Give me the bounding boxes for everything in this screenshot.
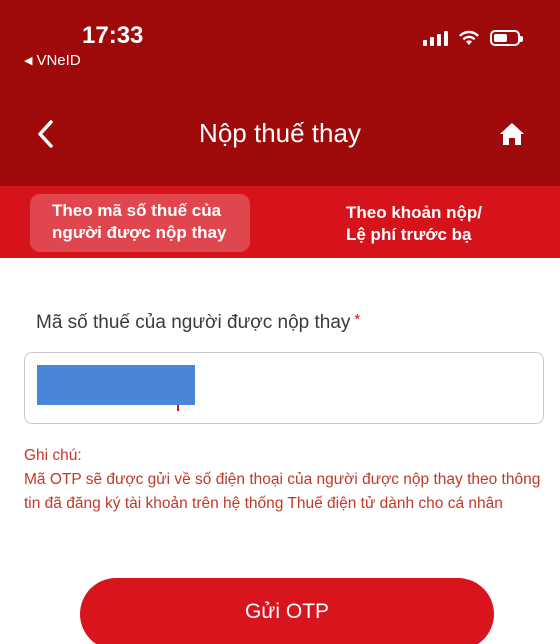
note-title: Ghi chú: — [24, 447, 82, 464]
tab-by-tax-code[interactable]: Theo mã số thuế của người được nộp thay — [30, 194, 250, 252]
note-text: Mã OTP sẽ được gửi về số điện thoại của … — [24, 471, 541, 512]
tax-code-label-text: Mã số thuế của người được nộp thay — [36, 312, 351, 333]
header-bar: 17:33 ◀ VNeID Nộp thuế thay — [0, 0, 560, 186]
battery-icon — [490, 30, 523, 46]
page-title: Nộp thuế thay — [199, 118, 361, 148]
status-back-app-label: VNeID — [36, 52, 81, 69]
text-caret — [177, 405, 179, 411]
home-button[interactable] — [494, 116, 530, 152]
tab-label-line2: Lệ phí trước bạ — [346, 225, 472, 244]
screen: 17:33 ◀ VNeID Nộp thuế thay Theo mã số t… — [0, 0, 560, 644]
note-block: Ghi chú: Mã OTP sẽ được gửi về số điện t… — [24, 444, 544, 516]
tab-bar: Theo mã số thuế của người được nộp thay … — [0, 186, 560, 258]
home-icon — [500, 123, 524, 145]
tab-label-line2: người được nộp thay — [52, 223, 227, 242]
tab-label-line1: Theo mã số thuế của — [52, 201, 222, 220]
send-otp-button[interactable]: Gửi OTP — [80, 578, 494, 644]
back-triangle-icon: ◀ — [24, 55, 33, 67]
required-mark: * — [354, 311, 361, 328]
signal-icon — [423, 30, 448, 46]
status-time: 17:33 — [82, 22, 144, 49]
tab-by-payment-item[interactable]: Theo khoản nộp/ Lệ phí trước bạ — [346, 202, 482, 246]
tax-code-input[interactable] — [24, 352, 544, 424]
redacted-value — [37, 365, 195, 405]
status-icons — [423, 30, 523, 46]
tab-label-line1: Theo khoản nộp/ — [346, 203, 482, 222]
status-back-to-app[interactable]: ◀ VNeID — [24, 52, 81, 69]
wifi-icon — [459, 30, 479, 45]
tax-code-label: Mã số thuế của người được nộp thay * — [36, 311, 361, 334]
